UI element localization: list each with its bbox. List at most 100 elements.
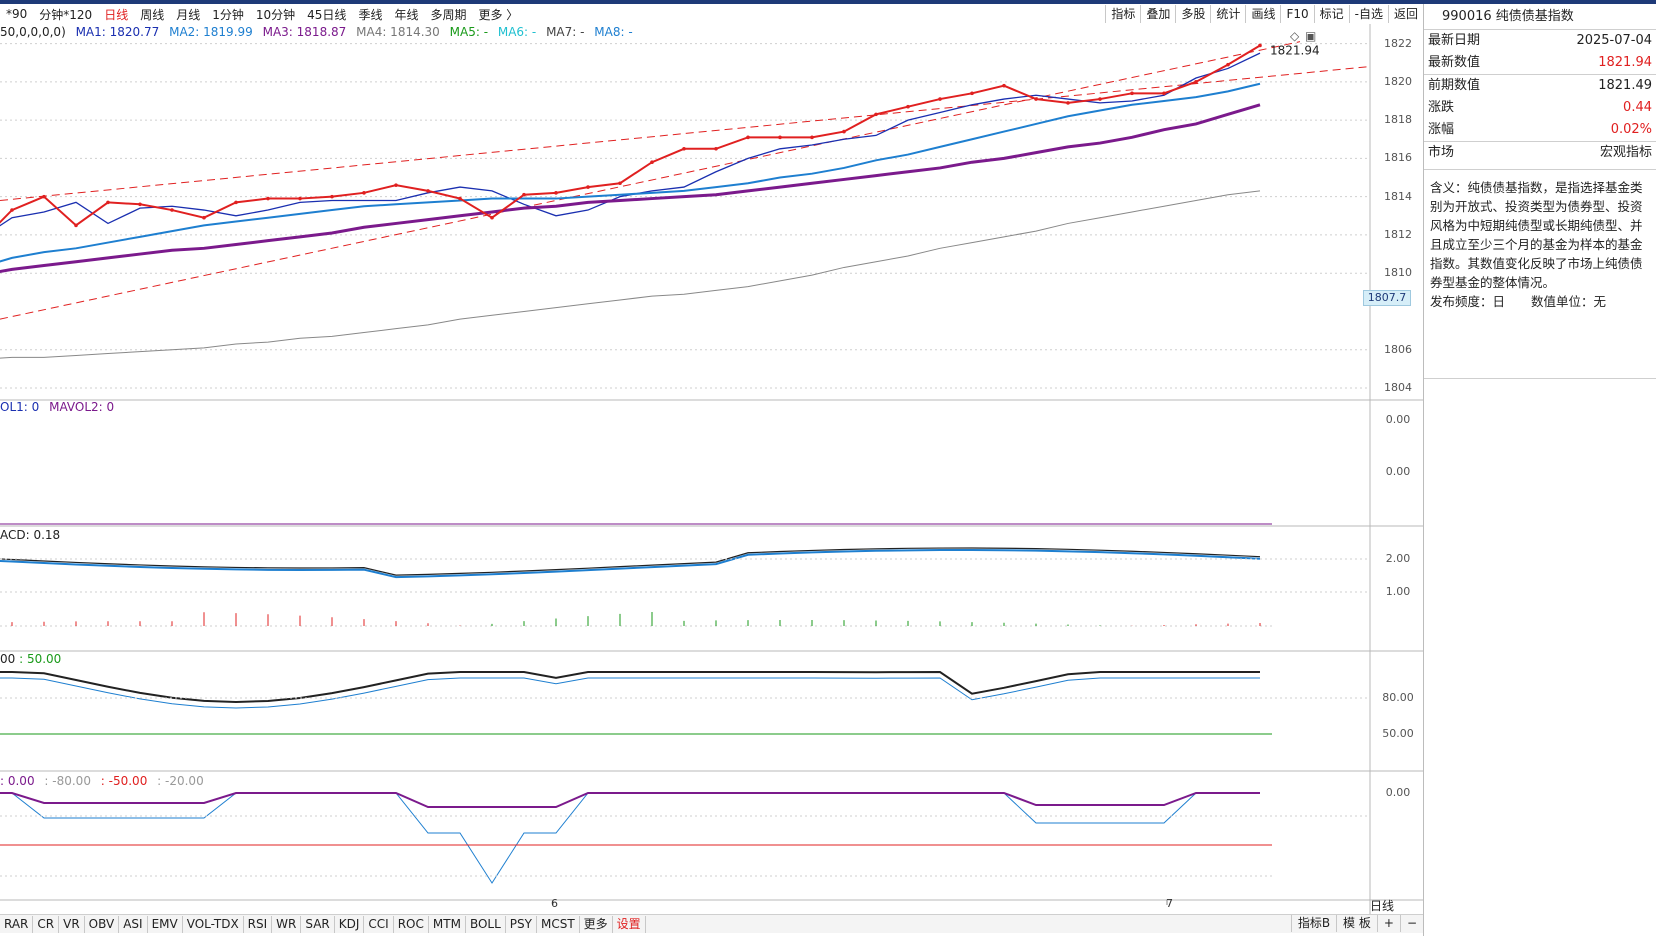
period-item-10[interactable]: 更多 〉 [472, 6, 524, 23]
price-point-19 [586, 185, 590, 189]
change-pct-label: 涨幅 [1428, 122, 1455, 137]
price-point-39 [1226, 62, 1230, 67]
price-point-28 [874, 112, 878, 117]
indicator-control-0[interactable]: 指标B [1290, 915, 1336, 932]
toolbar-button-5[interactable]: F10 [1280, 5, 1313, 23]
x-tick-6: 6 [551, 897, 558, 910]
osc-k-line [0, 670, 1260, 703]
period-item-6[interactable]: 45日线 [301, 6, 352, 23]
price-point-27 [842, 129, 846, 134]
ma1-legend: MA1: 1820.77 [75, 25, 160, 39]
toolbar-button-8[interactable]: 返回 [1387, 5, 1423, 23]
period-item-3[interactable]: 月线 [170, 6, 206, 23]
period-item-5[interactable]: 10分钟 [250, 6, 301, 23]
toolbar-button-2[interactable]: 多股 [1175, 5, 1210, 23]
toolbar-button-7[interactable]: -自选 [1348, 5, 1388, 23]
price-point-36 [1130, 91, 1134, 96]
info-row-market: 市场 宏观指标 [1424, 142, 1656, 164]
price-point-11 [330, 194, 334, 199]
indicator-tab-8[interactable]: WR [272, 915, 302, 933]
toolbar-button-3[interactable]: 统计 [1210, 5, 1245, 23]
wr-line-blue [0, 792, 1260, 884]
indicator-tab-17[interactable]: 更多 [580, 915, 613, 933]
osc-axis-label-0: 80.00 [1382, 691, 1414, 704]
indicator-tab-12[interactable]: ROC [394, 915, 429, 933]
price-point-21 [650, 160, 654, 165]
x-axis-period: 日线 [1370, 899, 1395, 913]
indicator-tab-14[interactable]: BOLL [466, 915, 506, 933]
ma8-legend: MA8: - [594, 25, 633, 39]
trend-line-upper [0, 66, 1371, 201]
price-point-18 [554, 191, 558, 195]
series-line-3 [0, 190, 1261, 359]
wr-c: : -50.00 [100, 774, 148, 788]
indicator-tab-9[interactable]: SAR [301, 915, 335, 933]
price-point-2 [42, 194, 46, 199]
indicator-tab-5[interactable]: EMV [148, 915, 183, 933]
period-item-8[interactable]: 年线 [388, 6, 424, 23]
toolbar-button-1[interactable]: 叠加 [1140, 5, 1175, 23]
period-item-7[interactable]: 季线 [352, 6, 388, 23]
price-point-34 [1066, 101, 1070, 105]
indicator-tab-18[interactable]: 设置 [613, 915, 646, 933]
ma7-legend: MA7: - [546, 25, 585, 39]
price-point-14 [426, 189, 430, 193]
trend-line-lower [0, 41, 1301, 320]
toolbar-button-0[interactable]: 指标 [1105, 5, 1140, 23]
period-item-2[interactable]: 周线 [134, 6, 170, 23]
price-axis-label-8: 1804 [1384, 381, 1412, 394]
osc-axis-label-1: 50.00 [1382, 727, 1414, 740]
indicator-tab-0[interactable]: RAR [0, 915, 34, 933]
latest-date-label: 最新日期 [1428, 33, 1481, 48]
price-point-24 [746, 135, 750, 140]
indicator-tab-7[interactable]: RSI [244, 915, 273, 933]
x-tick-7: 7 [1166, 897, 1173, 910]
price-point-37 [1162, 91, 1166, 96]
period-item-4[interactable]: 1分钟 [206, 6, 250, 23]
period-item-1[interactable]: 日线 [98, 6, 134, 23]
wr-b: : -80.00 [44, 774, 91, 788]
macd-value: ACD: 0.18 [0, 528, 61, 542]
price-point-30 [938, 97, 942, 101]
price-point-33 [1034, 97, 1038, 101]
price-point-10 [298, 196, 302, 201]
price-point-32 [1002, 83, 1006, 88]
period-selector-bar: *90 分钟*120 日线 周线 月线 1分钟 10分钟 45日线 季线 年线 多周期 更多 〉 [0, 4, 1110, 24]
period-item-0[interactable]: 分钟*120 [33, 6, 98, 23]
price-axis-label-3: 1816 [1384, 151, 1412, 165]
indicator-control-2[interactable]: + [1376, 915, 1400, 932]
toolbar-button-6[interactable]: 标记 [1313, 5, 1349, 23]
toolbar-button-4[interactable]: 画线 [1245, 5, 1280, 23]
price-point-9 [266, 196, 270, 201]
market-value: 宏观指标 [1599, 145, 1652, 160]
price-point-35 [1098, 97, 1102, 101]
indicator-tab-10[interactable]: KDJ [335, 915, 365, 933]
indicator-tab-1[interactable]: CR [33, 915, 60, 933]
info-panel: 990016 纯债债基指数 最新日期 2025-07-04 最新数值 1821.… [1423, 4, 1656, 936]
indicator-tab-16[interactable]: MCST [537, 915, 580, 933]
macd-dea-line [0, 549, 1261, 579]
indicator-tab-11[interactable]: CCI [364, 915, 394, 933]
indicator-tab-4[interactable]: ASI [119, 915, 148, 933]
macd-legend: ACD: 0.18 [0, 528, 66, 542]
osc-d-line [0, 677, 1260, 709]
change-pct-value: 0.02% [1610, 122, 1652, 137]
indicator-tab-6[interactable]: VOL-TDX [183, 915, 244, 933]
indicator-control-3[interactable]: − [1399, 915, 1423, 932]
prev-value-label: 前期数值 [1428, 78, 1481, 93]
indicator-tab-15[interactable]: PSY [506, 915, 537, 933]
indicator-tab-2[interactable]: VR [59, 915, 85, 933]
price-point-7 [202, 215, 206, 220]
indicator-control-1[interactable]: 模 板 [1336, 915, 1377, 932]
wr-axis-label-0: 0.00 [1385, 786, 1411, 799]
wr-a: : 0.00 [0, 774, 35, 788]
period-prefix[interactable]: *90 [0, 7, 33, 21]
indicator-tab-13[interactable]: MTM [429, 915, 466, 933]
price-axis-label-7: 1806 [1384, 342, 1412, 356]
price-point-29 [906, 104, 910, 109]
price-point-17 [522, 192, 526, 197]
series-line-2 [0, 103, 1261, 274]
period-item-9[interactable]: 多周期 [424, 6, 472, 23]
price-point-38 [1194, 80, 1198, 84]
indicator-tab-3[interactable]: OBV [85, 915, 120, 933]
